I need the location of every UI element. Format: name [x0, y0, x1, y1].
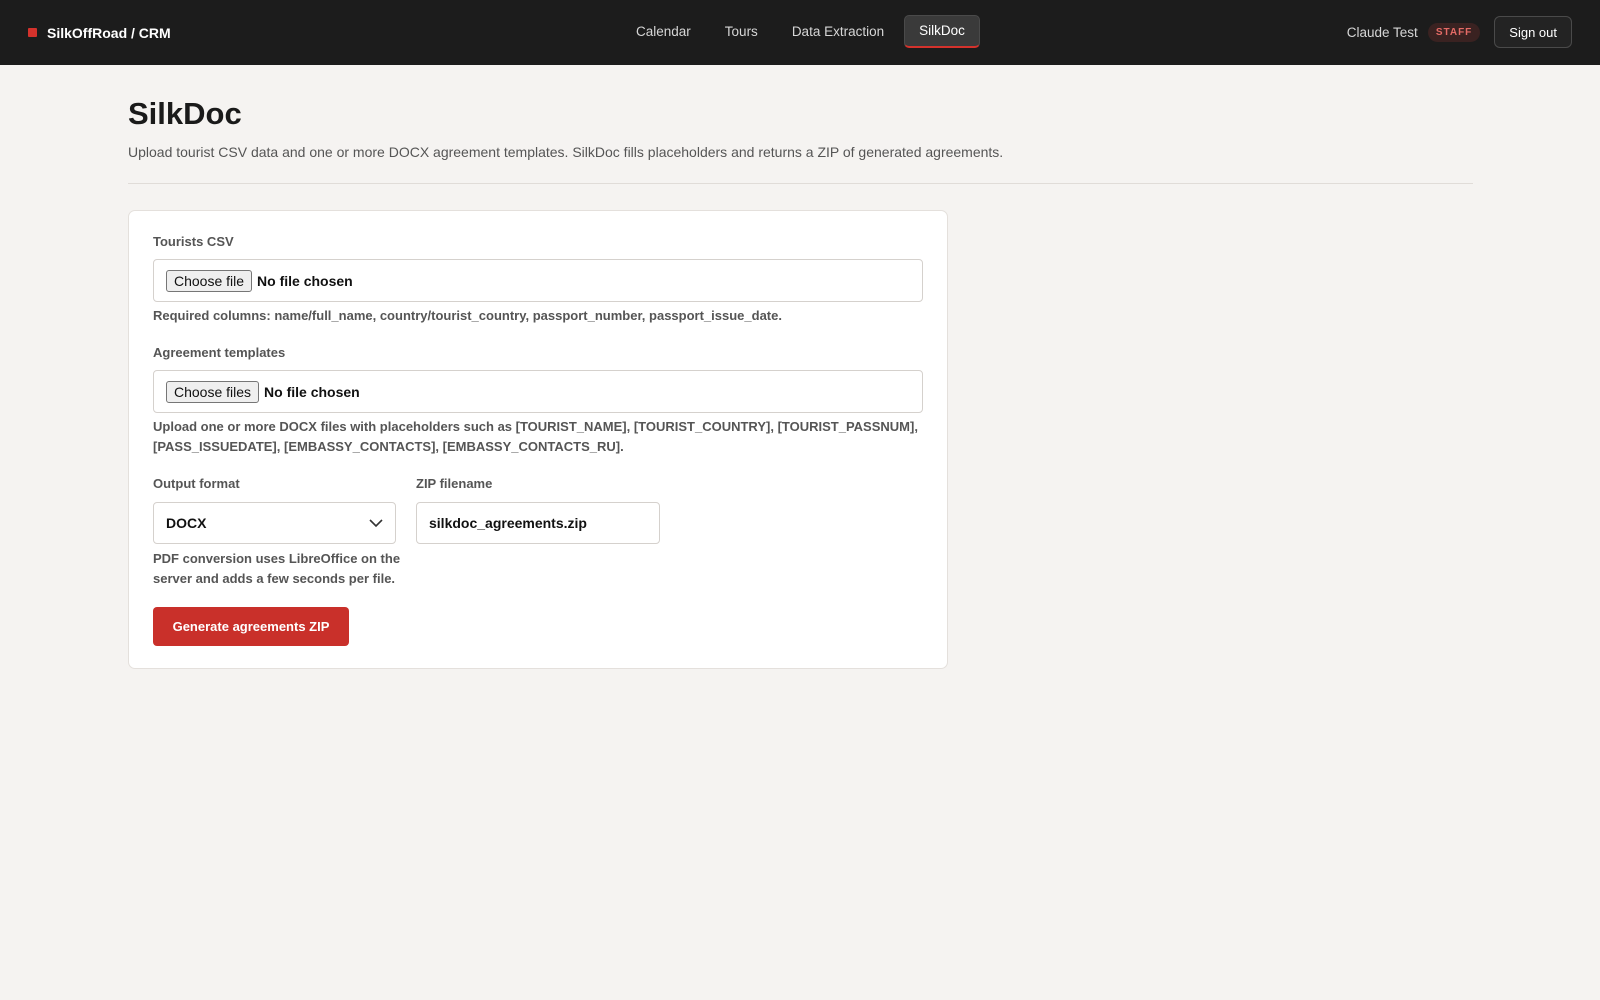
csv-file-status: No file chosen [257, 272, 353, 289]
templates-label: Agreement templates [153, 345, 286, 360]
choose-templates-button[interactable]: Choose files [166, 380, 260, 403]
templates-file-input[interactable]: Choose files No file chosen [153, 370, 923, 413]
output-format-hint-line: PDF conversion uses LibreOffice on the [153, 551, 401, 566]
divider [128, 183, 1473, 184]
zip-filename-label: ZIP filename [416, 476, 493, 491]
chevron-down-icon [369, 518, 383, 527]
top-bar: SilkOffRoad / CRM Calendar Tours Data Ex… [0, 0, 1600, 65]
page-title: SilkDoc [128, 96, 242, 131]
brand-logo-icon [28, 28, 37, 37]
templates-file-status: No file chosen [264, 383, 360, 400]
silkdoc-form-card: Tourists CSV Choose file No file chosen … [128, 210, 948, 669]
role-badge: STAFF [1427, 22, 1481, 42]
output-format-select[interactable]: DOCX [153, 502, 396, 544]
page-subtitle: Upload tourist CSV data and one or more … [128, 144, 1004, 160]
sign-out-button[interactable]: Sign out [1494, 16, 1572, 48]
user-name: Claude Test [1346, 24, 1418, 40]
brand-name: SilkOffRoad / CRM [47, 24, 171, 41]
csv-file-input[interactable]: Choose file No file chosen [153, 259, 923, 302]
user-area: Claude Test STAFF Sign out [1347, 16, 1572, 48]
zip-filename-input[interactable] [416, 502, 660, 544]
templates-hint-line: Upload one or more DOCX files with place… [153, 419, 918, 434]
output-format-label: Output format [153, 476, 240, 491]
choose-csv-button[interactable]: Choose file [166, 269, 253, 292]
csv-label: Tourists CSV [153, 234, 234, 249]
brand[interactable]: SilkOffRoad / CRM [28, 25, 171, 41]
main-nav: Calendar Tours Data Extraction SilkDoc [622, 15, 980, 48]
nav-tours[interactable]: Tours [711, 15, 772, 48]
output-format-hint-line: server and adds a few seconds per file. [153, 571, 396, 586]
nav-calendar[interactable]: Calendar [622, 15, 705, 48]
output-format-value: DOCX [166, 515, 207, 531]
nav-data-extraction[interactable]: Data Extraction [778, 15, 898, 48]
templates-hint: Upload one or more DOCX files with place… [153, 417, 918, 457]
output-format-hint: PDF conversion uses LibreOffice on the s… [153, 549, 400, 589]
templates-hint-line: [PASS_ISSUEDATE], [EMBASSY_CONTACTS], [E… [153, 439, 624, 454]
csv-hint: Required columns: name/full_name, countr… [153, 308, 782, 323]
nav-silkdoc[interactable]: SilkDoc [904, 15, 980, 48]
generate-zip-button[interactable]: Generate agreements ZIP [153, 607, 349, 646]
